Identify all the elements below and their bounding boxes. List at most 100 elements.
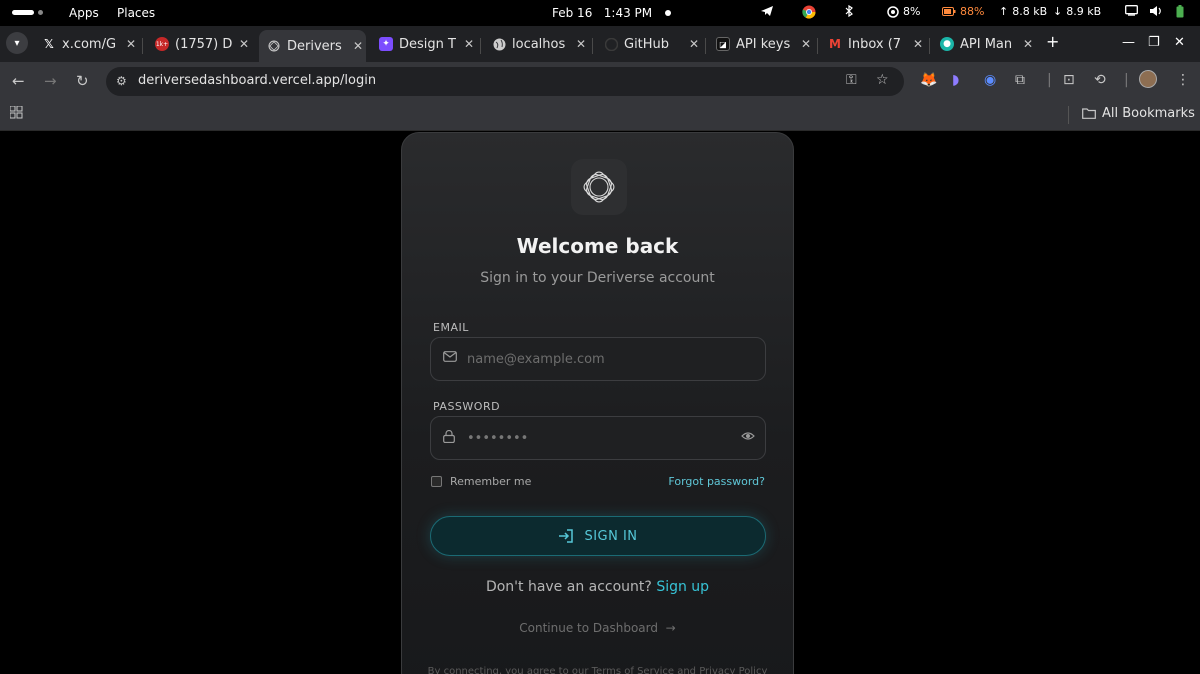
extensions-puzzle-icon[interactable]: ⧉ — [1015, 72, 1025, 88]
window-close-icon[interactable]: ✕ — [1174, 35, 1185, 50]
network-download[interactable]: ↓ 8.9 kB — [1053, 5, 1101, 18]
bookmarks-divider — [1068, 106, 1069, 124]
time-text: 1:43 PM — [603, 6, 653, 20]
battery-monitor[interactable]: 88% — [942, 5, 984, 18]
no-account-text: Don't have an account? — [485, 579, 652, 595]
address-bar[interactable]: ⚙ deriversedashboard.vercel.app/login ⚿ … — [106, 67, 904, 96]
tab-title: Inbox (7 — [848, 36, 902, 52]
password-field[interactable] — [430, 416, 766, 460]
tab-x[interactable]: 𝕏 x.com/G ✕ — [34, 30, 139, 58]
bookmark-star-icon[interactable]: ☆ — [876, 72, 889, 88]
bookmarks-bar: All Bookmarks — [0, 100, 1200, 131]
download-arrow-icon: ↓ — [1053, 5, 1063, 18]
tab-title: (1757) D — [175, 36, 233, 52]
tab-title: API keys — [736, 36, 791, 52]
close-icon[interactable]: ✕ — [910, 37, 926, 51]
remember-me-label: Remember me — [450, 475, 532, 488]
api-manager-icon: ● — [940, 37, 954, 51]
history-icon[interactable]: ⟲ — [1094, 72, 1106, 88]
forgot-password-link[interactable]: Forgot password? — [668, 475, 765, 488]
reload-icon[interactable]: ↻ — [76, 72, 89, 90]
places-menu[interactable]: Places — [117, 6, 155, 20]
close-icon[interactable]: ✕ — [1020, 37, 1036, 51]
deriverse-logo-icon — [571, 159, 627, 215]
close-icon[interactable]: ✕ — [686, 37, 702, 51]
forward-arrow-icon[interactable]: → — [44, 72, 57, 90]
clock[interactable]: Feb 16 1:43 PM — [552, 6, 652, 20]
browser-toolbar: ← → ↻ ⚙ deriversedashboard.vercel.app/lo… — [0, 62, 1200, 100]
close-icon[interactable]: ✕ — [461, 37, 477, 51]
email-field[interactable] — [430, 337, 766, 381]
workspace-indicator[interactable] — [12, 10, 43, 15]
ghost-extension-icon[interactable]: ◗ — [952, 72, 959, 88]
back-arrow-icon[interactable]: ← — [12, 72, 25, 90]
close-icon[interactable]: ✕ — [236, 37, 252, 51]
cpu-monitor[interactable]: 8% — [887, 5, 920, 18]
tab-api-keys[interactable]: ◪ API keys ✕ — [708, 30, 814, 58]
tab-divider — [592, 38, 593, 54]
volume-icon[interactable] — [1149, 5, 1163, 17]
eye-icon[interactable] — [741, 430, 755, 445]
arrow-right-icon: → — [661, 621, 676, 635]
tab-strip: ▾ 𝕏 x.com/G ✕ 1k+ (1757) D ✕ Derivers ✕ … — [0, 26, 1200, 62]
screenshot-icon[interactable]: ⊡ — [1063, 72, 1075, 88]
tab-title: localhos — [512, 36, 566, 52]
workspace-dot — [38, 10, 43, 15]
wallet-extension-icon[interactable]: ◉ — [984, 72, 996, 88]
profile-avatar[interactable] — [1139, 70, 1157, 88]
kebab-menu-icon[interactable]: ⋮ — [1176, 72, 1190, 88]
date-text: Feb 16 — [552, 6, 593, 20]
bluetooth-icon[interactable] — [845, 5, 853, 17]
close-icon[interactable]: ✕ — [573, 37, 589, 51]
deriverse-icon — [267, 39, 281, 53]
signup-prompt: Don't have an account? Sign up — [402, 579, 793, 595]
apps-menu[interactable]: Apps — [69, 6, 99, 20]
display-icon[interactable] — [1125, 5, 1138, 16]
site-info-icon[interactable]: ⚙ — [116, 74, 127, 88]
mail-icon — [443, 351, 457, 366]
email-input[interactable] — [467, 348, 727, 370]
tab-api-manager[interactable]: ● API Man ✕ — [932, 30, 1036, 58]
password-input[interactable] — [467, 427, 727, 449]
new-tab-plus-icon[interactable]: + — [1046, 32, 1059, 51]
page-title: Welcome back — [516, 234, 679, 258]
password-key-icon[interactable]: ⚿ — [846, 72, 857, 88]
email-label: EMAIL — [433, 321, 469, 334]
close-icon[interactable]: ✕ — [798, 37, 814, 51]
network-upload[interactable]: ↑ 8.8 kB — [999, 5, 1047, 18]
minimize-icon[interactable]: — — [1122, 35, 1135, 50]
all-bookmarks-button[interactable]: All Bookmarks — [1082, 106, 1195, 121]
toolbar-divider: | — [1047, 72, 1052, 88]
tab-search-chevron-icon[interactable]: ▾ — [6, 32, 28, 54]
system-top-bar: Apps Places Feb 16 1:43 PM 8% 88% ↑ 8.8 … — [0, 0, 1200, 26]
design-icon: ✦ — [379, 37, 393, 51]
page-subtitle: Sign in to your Deriverse account — [480, 270, 715, 286]
sign-up-link[interactable]: Sign up — [656, 579, 709, 595]
close-icon[interactable]: ✕ — [123, 37, 139, 51]
tab-title: Design T — [399, 36, 456, 52]
chrome-tray-icon[interactable] — [802, 5, 816, 19]
close-icon[interactable]: ✕ — [350, 39, 366, 53]
tab-inbox[interactable]: M Inbox (7 ✕ — [820, 30, 926, 58]
tab-notifications[interactable]: 1k+ (1757) D ✕ — [147, 30, 252, 58]
tab-badge: 1k+ — [155, 40, 169, 48]
tab-divider — [929, 38, 930, 54]
tab-deriverse[interactable]: Derivers ✕ — [259, 30, 366, 62]
restore-icon[interactable]: ❐ — [1148, 35, 1160, 50]
download-rate: 8.9 kB — [1066, 5, 1102, 18]
tab-design[interactable]: ✦ Design T ✕ — [371, 30, 477, 58]
continue-to-dashboard-link[interactable]: Continue to Dashboard → — [402, 621, 793, 635]
tab-title: Derivers — [287, 38, 342, 54]
toolbar-divider: | — [1124, 72, 1129, 88]
tab-localhost[interactable]: localhos ✕ — [484, 30, 589, 58]
remember-me-checkbox[interactable] — [431, 476, 442, 487]
metamask-extension-icon[interactable]: 🦊 — [920, 72, 937, 88]
tab-github[interactable]: GitHub ✕ — [596, 30, 702, 58]
url-text[interactable]: deriversedashboard.vercel.app/login — [138, 73, 376, 88]
sign-in-button[interactable]: SIGN IN — [430, 516, 766, 556]
apps-grid-icon[interactable] — [9, 105, 23, 123]
api-icon: ◪ — [716, 37, 730, 51]
telegram-icon[interactable] — [760, 5, 774, 17]
battery-status-icon[interactable] — [1176, 5, 1184, 18]
remember-me[interactable]: Remember me — [431, 475, 531, 488]
